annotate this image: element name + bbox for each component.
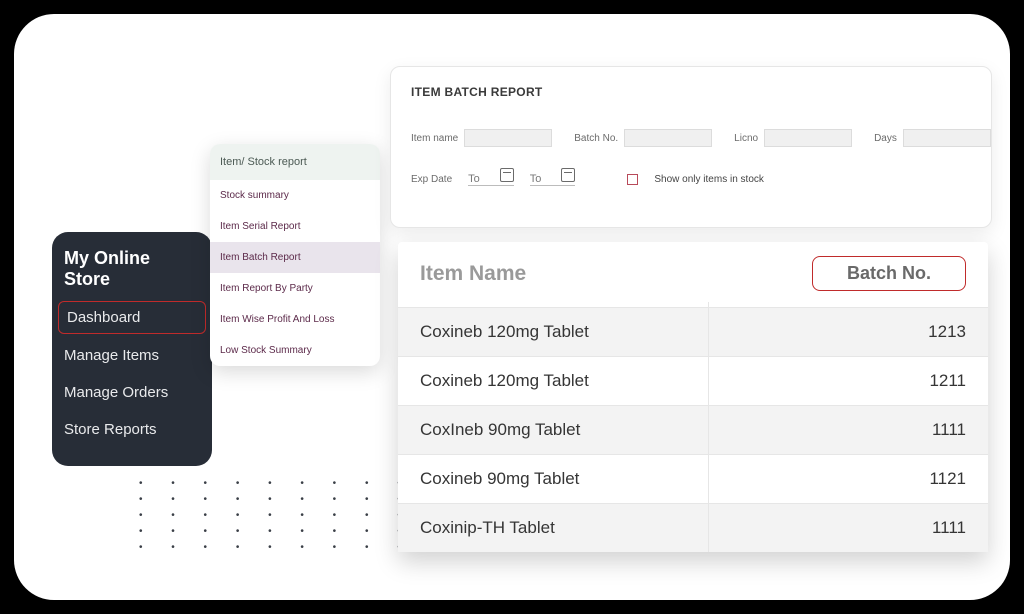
table-row[interactable]: Coxinip-TH Tablet 1111 — [398, 503, 988, 552]
cell-batch-no: 1121 — [886, 469, 966, 489]
exp-from-date[interactable]: To — [468, 169, 514, 190]
table-row[interactable]: CoxIneb 90mg Tablet 1111 — [398, 405, 988, 454]
filter-panel-title: ITEM BATCH REPORT — [411, 85, 971, 99]
item-name-label: Item name — [411, 133, 458, 144]
cell-batch-no: 1111 — [886, 420, 966, 440]
decorative-dots: • • • • • • • • • • • • • • • • • • • • … — [139, 476, 414, 556]
cell-item-name: Coxineb 120mg Tablet — [420, 371, 886, 391]
cell-item-name: Coxineb 120mg Tablet — [420, 322, 886, 342]
table-row[interactable]: Coxineb 120mg Tablet 1213 — [398, 307, 988, 356]
filter-row-1: Item name Batch No. Licno Days — [411, 129, 971, 147]
exp-to-date[interactable]: To — [530, 169, 576, 190]
column-batch-no[interactable]: Batch No. — [812, 256, 966, 291]
cell-item-name: CoxIneb 90mg Tablet — [420, 420, 886, 440]
app-canvas: • • • • • • • • • • • • • • • • • • • • … — [14, 14, 1010, 600]
licno-input[interactable] — [764, 129, 852, 147]
days-input[interactable] — [903, 129, 991, 147]
show-only-in-stock-checkbox[interactable] — [627, 174, 638, 185]
submenu-stock-summary[interactable]: Stock summary — [210, 180, 380, 211]
submenu-header: Item/ Stock report — [210, 144, 380, 180]
sidebar-item-manage-items[interactable]: Manage Items — [52, 337, 212, 374]
submenu-item-batch-report[interactable]: Item Batch Report — [210, 242, 380, 273]
sidebar-item-store-reports[interactable]: Store Reports — [52, 411, 212, 448]
submenu-item-report-by-party[interactable]: Item Report By Party — [210, 273, 380, 304]
item-name-input[interactable] — [464, 129, 552, 147]
days-label: Days — [874, 133, 897, 144]
cell-batch-no: 1111 — [886, 518, 966, 538]
submenu-item-wise-profit-loss[interactable]: Item Wise Profit And Loss — [210, 304, 380, 335]
sidebar-item-dashboard[interactable]: Dashboard — [58, 301, 206, 334]
cell-batch-no: 1211 — [886, 371, 966, 391]
batch-no-label: Batch No. — [574, 133, 618, 144]
submenu-low-stock-summary[interactable]: Low Stock Summary — [210, 335, 380, 366]
cell-batch-no: 1213 — [886, 322, 966, 342]
calendar-icon[interactable] — [561, 168, 575, 182]
table-body: Coxineb 120mg Tablet 1213 Coxineb 120mg … — [398, 307, 988, 552]
batch-no-input[interactable] — [624, 129, 712, 147]
table-row[interactable]: Coxineb 120mg Tablet 1211 — [398, 356, 988, 405]
batch-report-filter-panel: ITEM BATCH REPORT Item name Batch No. Li… — [390, 66, 992, 228]
batch-report-table: Item Name Batch No. Coxineb 120mg Tablet… — [398, 242, 988, 552]
filter-row-2: Exp Date To To Show only items in stock — [411, 169, 971, 190]
exp-date-label: Exp Date — [411, 174, 452, 185]
table-row[interactable]: Coxineb 90mg Tablet 1121 — [398, 454, 988, 503]
licno-label: Licno — [734, 133, 758, 144]
main-sidebar: My Online Store Dashboard Manage Items M… — [52, 232, 212, 466]
calendar-icon[interactable] — [500, 168, 514, 182]
sidebar-item-manage-orders[interactable]: Manage Orders — [52, 374, 212, 411]
show-only-in-stock-label: Show only items in stock — [654, 174, 764, 185]
table-header: Item Name Batch No. — [398, 242, 988, 307]
cell-item-name: Coxineb 90mg Tablet — [420, 469, 886, 489]
stock-report-submenu: Item/ Stock report Stock summary Item Se… — [210, 144, 380, 366]
column-item-name: Item Name — [420, 262, 526, 286]
store-brand: My Online Store — [52, 246, 212, 298]
cell-item-name: Coxinip-TH Tablet — [420, 518, 886, 538]
submenu-item-serial-report[interactable]: Item Serial Report — [210, 211, 380, 242]
column-divider — [708, 302, 709, 552]
